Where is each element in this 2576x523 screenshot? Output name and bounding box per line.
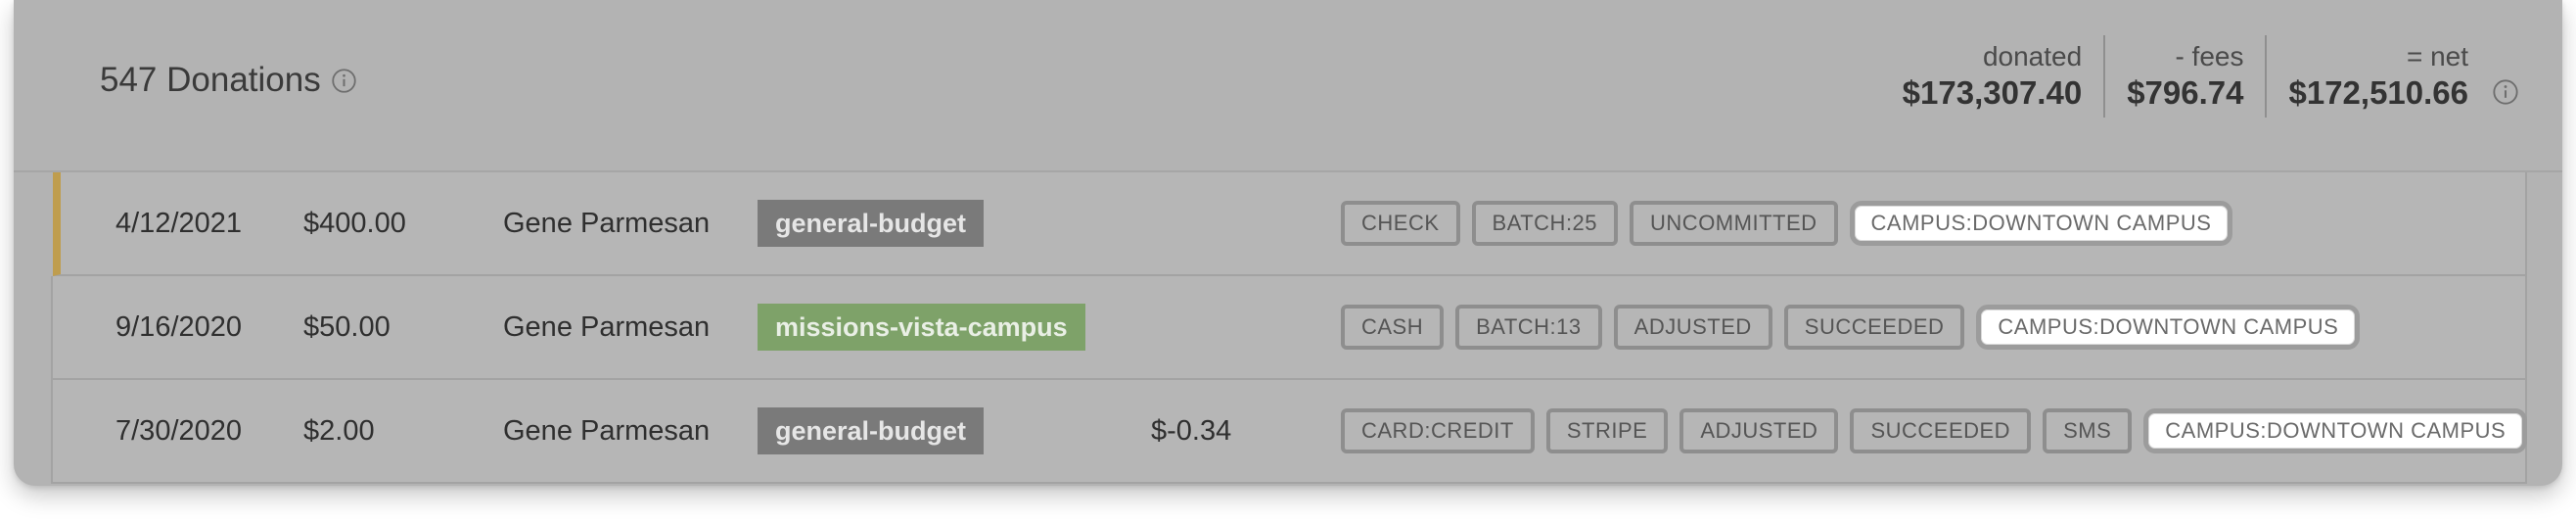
tag-badge[interactable]: UNCOMMITTED — [1630, 201, 1838, 246]
donations-panel: 547 Donations donated $173,307.40 - fees… — [14, 0, 2562, 486]
tag-list: CHECK BATCH:25 UNCOMMITTED CAMPUS:DOWNTO… — [1341, 172, 2233, 274]
total-net-value: $172,510.66 — [2288, 74, 2468, 111]
info-icon[interactable] — [331, 68, 357, 94]
tag-badge[interactable]: BATCH:25 — [1471, 201, 1619, 246]
donation-amount: $400.00 — [303, 207, 406, 239]
donation-amount: $2.00 — [303, 414, 375, 447]
total-donated-label: donated — [1982, 41, 2083, 71]
total-donated-value: $173,307.40 — [1902, 74, 2083, 111]
donor-name[interactable]: Gene Parmesan — [503, 380, 710, 482]
campus-tag-badge[interactable]: CAMPUS:DOWNTOWN CAMPUS — [2143, 408, 2528, 453]
page-title: 547 Donations — [100, 61, 357, 100]
tag-badge[interactable]: ADJUSTED — [1613, 305, 1772, 350]
donation-date: 7/30/2020 — [115, 414, 243, 447]
campus-tag-badge[interactable]: CAMPUS:DOWNTOWN CAMPUS — [1976, 305, 2361, 350]
donation-amount: $50.00 — [303, 310, 391, 343]
donation-row[interactable]: 4/12/2021 $400.00 Gene Parmesan general-… — [53, 172, 2527, 276]
tag-badge[interactable]: CASH — [1341, 305, 1445, 350]
tag-badge[interactable]: CHECK — [1341, 201, 1460, 246]
fund-badge[interactable]: general-budget — [758, 407, 985, 454]
tag-badge[interactable]: SUCCEEDED — [1850, 408, 2032, 453]
donations-list: 4/12/2021 $400.00 Gene Parmesan general-… — [14, 172, 2562, 484]
donation-date: 9/16/2020 — [115, 310, 243, 343]
tag-badge[interactable]: BATCH:13 — [1455, 305, 1602, 350]
donation-date: 4/12/2021 — [115, 207, 243, 239]
fund-cell: general-budget — [758, 172, 985, 274]
donations-count-title: 547 Donations — [100, 61, 321, 99]
tag-badge[interactable]: SMS — [2043, 408, 2133, 453]
fund-cell: missions-vista-campus — [758, 276, 1085, 378]
total-fees-label: - fees — [2175, 41, 2244, 71]
fund-badge[interactable]: missions-vista-campus — [758, 304, 1085, 351]
donations-header: 547 Donations donated $173,307.40 - fees… — [14, 0, 2562, 172]
donation-fee: $-0.34 — [1151, 414, 1232, 447]
total-fees-value: $796.74 — [2127, 74, 2244, 111]
tag-badge[interactable]: STRIPE — [1545, 408, 1669, 453]
fund-cell: general-budget — [758, 380, 985, 482]
tag-list: CASH BATCH:13 ADJUSTED SUCCEEDED CAMPUS:… — [1341, 276, 2361, 378]
net-info-icon[interactable] — [2492, 78, 2519, 106]
campus-tag-badge[interactable]: CAMPUS:DOWNTOWN CAMPUS — [1849, 201, 2233, 246]
tag-list: CARD:CREDIT STRIPE ADJUSTED SUCCEEDED SM… — [1341, 380, 2528, 482]
total-fees: - fees $796.74 — [2103, 35, 2265, 118]
donation-row[interactable]: 7/30/2020 $2.00 Gene Parmesan general-bu… — [51, 380, 2528, 484]
fund-badge[interactable]: general-budget — [758, 200, 985, 247]
tag-badge[interactable]: CARD:CREDIT — [1341, 408, 1535, 453]
donor-name[interactable]: Gene Parmesan — [503, 276, 710, 378]
tag-badge[interactable]: ADJUSTED — [1679, 408, 1839, 453]
donation-row[interactable]: 9/16/2020 $50.00 Gene Parmesan missions-… — [51, 276, 2527, 380]
tag-badge[interactable]: SUCCEEDED — [1783, 305, 1965, 350]
total-net: = net $172,510.66 — [2265, 35, 2518, 118]
donor-name[interactable]: Gene Parmesan — [503, 172, 710, 274]
total-net-label: = net — [2406, 41, 2468, 71]
total-donated: donated $173,307.40 — [1903, 35, 2104, 118]
totals-summary: donated $173,307.40 - fees $796.74 = net… — [1903, 35, 2518, 118]
